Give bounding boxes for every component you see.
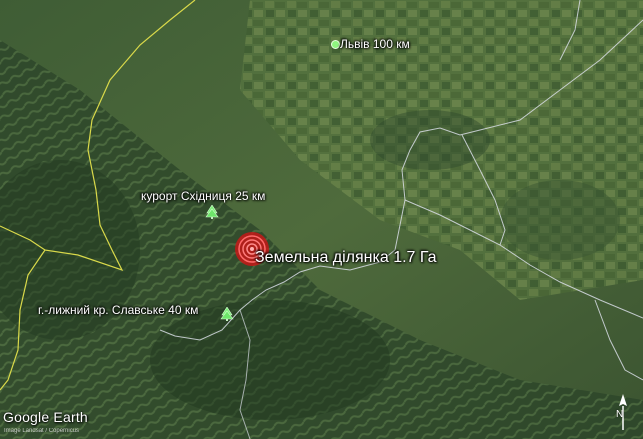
resort-tree-icon[interactable] xyxy=(205,205,219,219)
slavske-label: г.-лижний кр. Славське 40 км xyxy=(38,303,199,317)
satellite-map[interactable]: Львів 100 км курорт Східниця 25 км г.-ли… xyxy=(0,0,643,439)
lviv-pin-icon[interactable] xyxy=(331,40,340,49)
compass-north-label: N xyxy=(616,409,624,420)
terrain-imagery xyxy=(0,0,643,439)
skhidnytsia-label: курорт Східниця 25 км xyxy=(141,189,266,203)
google-earth-logo: Google Earth xyxy=(3,409,88,425)
lviv-label: Львів 100 км xyxy=(340,37,410,51)
imagery-attribution: Image Landsat / Copernicus xyxy=(4,428,80,434)
land-plot-label: Земельна ділянка 1.7 Га xyxy=(255,249,437,266)
ski-resort-tree-icon[interactable] xyxy=(220,307,234,321)
